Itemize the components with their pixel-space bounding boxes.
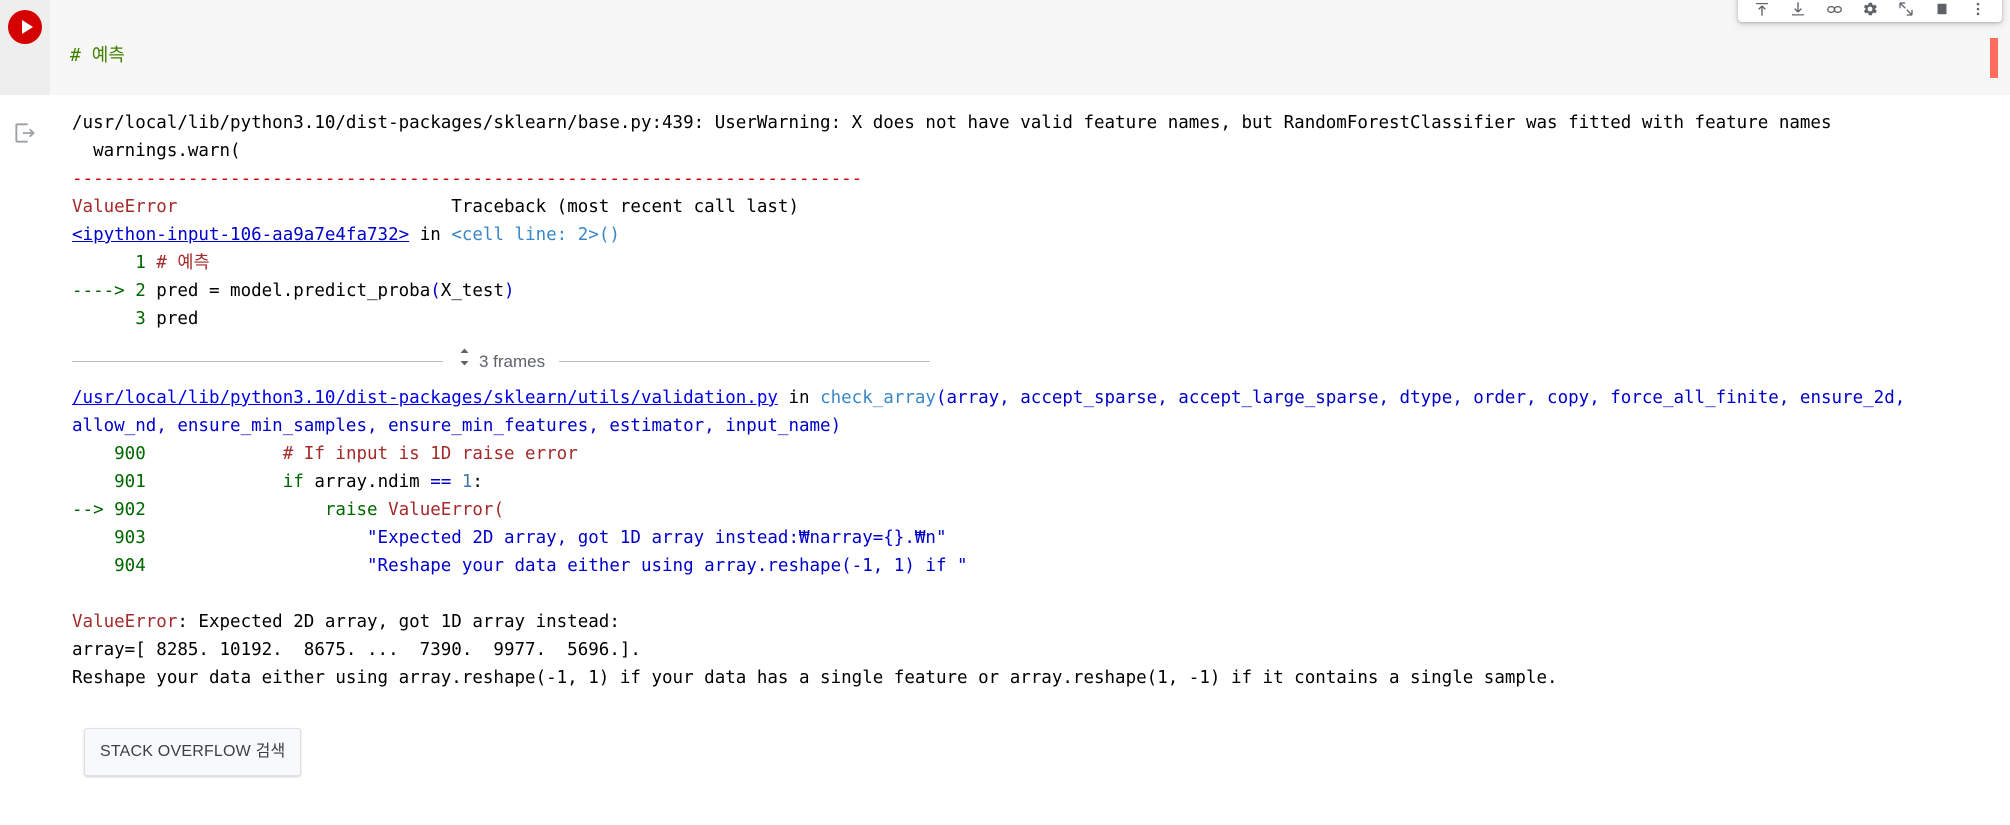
- exception-header-row: ValueError Traceback (most recent call l…: [72, 193, 2010, 221]
- code-cell-input: # 예측 pred = model.predict_proba(X_test) …: [0, 0, 2010, 178]
- frame2-string-904: "Reshape your data either using array.re…: [367, 556, 968, 576]
- frame2-code-line-900: 900 # If input is 1D raise error: [72, 440, 2010, 468]
- frame2-args-line-2: allow_nd, ensure_min_samples, ensure_min…: [72, 412, 2010, 440]
- frame2-arrow-902: --> 902: [72, 500, 157, 520]
- execution-error-marker: [1990, 38, 1998, 78]
- unfold-more-icon: [457, 347, 472, 376]
- frame1-lineno-3: 3: [72, 309, 157, 329]
- traceback-separator: ----------------------------------------…: [72, 169, 863, 189]
- frame2-num-901: 1: [451, 472, 473, 492]
- colab-notebook-cell: # 예측 pred = model.predict_proba(X_test) …: [0, 0, 2010, 825]
- exception-name: ValueError: [72, 197, 178, 217]
- output-stream-icon: [12, 120, 38, 825]
- more-vert-icon[interactable]: [1960, 0, 1996, 20]
- code-editor[interactable]: # 예측 pred = model.predict_proba(X_test) …: [50, 0, 2010, 178]
- frame2-kw-902: raise: [324, 500, 378, 520]
- frame1-file-link[interactable]: <ipython-input-106-aa9a7e4fa732>: [72, 225, 409, 245]
- frame2-indent-901: [156, 472, 282, 492]
- frame2-lineno-903: 903: [72, 528, 157, 548]
- frame1-header: <ipython-input-106-aa9a7e4fa732> in <cel…: [72, 221, 2010, 249]
- frames-toggle-button[interactable]: 3 frames: [443, 347, 559, 376]
- delete-cell-icon[interactable]: [1924, 0, 1960, 20]
- frame2-lineno-900: 900: [72, 444, 157, 464]
- frame2-op-901: ==: [430, 472, 452, 492]
- frame2-indent-904: [156, 556, 367, 576]
- frame1-lineno-2: 2: [135, 281, 157, 301]
- frame1-arg-2: X_test: [440, 281, 504, 301]
- frame1-code-3: pred: [156, 309, 199, 329]
- frames-divider-right: [559, 361, 931, 362]
- frame2-lineno-904: 904: [72, 556, 157, 576]
- output-gutter: [0, 95, 50, 825]
- cell-run-gutter: [0, 0, 50, 95]
- frame2-string-903: "Expected 2D array, got 1D array instead…: [367, 528, 947, 548]
- frame2-lineno-901: 901: [72, 472, 157, 492]
- link-to-cell-icon[interactable]: [1816, 0, 1852, 20]
- warning-line-1: /usr/local/lib/python3.10/dist-packages/…: [72, 113, 1832, 133]
- frame2-args-2: allow_nd, ensure_min_samples, ensure_min…: [72, 416, 842, 436]
- code-cell-output: /usr/local/lib/python3.10/dist-packages/…: [0, 95, 2010, 825]
- code-line-1: # 예측: [70, 42, 2010, 70]
- frames-divider-left: [72, 361, 443, 362]
- gear-icon[interactable]: [1852, 0, 1888, 20]
- cell-toolbar: [1738, 0, 2002, 22]
- frame2-header: /usr/local/lib/python3.10/dist-packages/…: [72, 384, 2010, 412]
- move-cell-down-icon[interactable]: [1780, 0, 1816, 20]
- frame1-arrow-2: ---->: [72, 281, 136, 301]
- traceback-header-pad: [177, 197, 451, 217]
- frame2-comment-900: # If input is 1D raise error: [282, 444, 578, 464]
- frame1-code-line-2: ----> 2 pred = model.predict_proba(X_tes…: [72, 277, 2010, 305]
- frame1-paren-open-2: (: [430, 281, 441, 301]
- frame2-exc-902: ValueError(: [377, 500, 504, 520]
- frames-toggle-row: 3 frames: [72, 347, 2010, 376]
- final-error-line: ValueError: Expected 2D array, got 1D ar…: [72, 608, 2010, 636]
- frame2-code-line-903: 903 "Expected 2D array, got 1D array ins…: [72, 524, 2010, 552]
- final-exception-message: : Expected 2D array, got 1D array instea…: [177, 612, 620, 632]
- frame2-code-line-904: 904 "Reshape your data either using arra…: [72, 552, 2010, 580]
- frame2-indent-903: [156, 528, 367, 548]
- frame2-tail-901: :: [472, 472, 483, 492]
- frame1-in-word: in: [409, 225, 452, 245]
- move-cell-up-icon[interactable]: [1744, 0, 1780, 20]
- frame1-code-line-3: 3 pred: [72, 305, 2010, 333]
- search-stack-overflow-button[interactable]: STACK OVERFLOW 검색: [84, 728, 302, 776]
- frame1-func: <cell line: 2>(): [451, 225, 620, 245]
- frame2-code-line-902: --> 902 raise ValueError(: [72, 496, 2010, 524]
- frames-toggle-label: 3 frames: [478, 351, 546, 371]
- frame2-func: check_array: [820, 388, 936, 408]
- code-comment-hash: #: [70, 45, 92, 66]
- play-icon: [21, 20, 33, 34]
- frame1-code-2: pred = model.predict_proba: [156, 281, 431, 301]
- run-cell-button[interactable]: [8, 10, 42, 44]
- final-error-reshape-line: Reshape your data either using array.res…: [72, 668, 1558, 688]
- output-text: /usr/local/lib/python3.10/dist-packages/…: [50, 95, 2010, 825]
- frame2-file-link[interactable]: /usr/local/lib/python3.10/dist-packages/…: [72, 388, 778, 408]
- frame1-lineno-1: 1: [72, 253, 157, 273]
- frame2-args-1: (array, accept_sparse, accept_large_spar…: [935, 388, 1906, 408]
- traceback-header: Traceback (most recent call last): [451, 197, 799, 217]
- frame1-paren-close-2: ): [504, 281, 515, 301]
- final-error-array-line: array=[ 8285. 10192. 8675. ... 7390. 997…: [72, 640, 641, 660]
- frame2-indent-902: [156, 500, 325, 520]
- open-in-new-tab-icon[interactable]: [1888, 0, 1924, 20]
- frame2-in-word: in: [777, 388, 821, 408]
- final-exception-name: ValueError: [72, 612, 178, 632]
- frame2-kw-901: if: [282, 472, 304, 492]
- code-comment-text: 예측: [91, 45, 125, 66]
- warning-line-2: warnings.warn(: [72, 141, 241, 161]
- frame1-code-comment-1: # 예측: [156, 253, 210, 273]
- search-stack-overflow-wrap: STACK OVERFLOW 검색: [72, 692, 2010, 776]
- frame2-indent-900: [156, 444, 282, 464]
- frame2-rest-901: array.ndim: [303, 472, 431, 492]
- frame1-code-line-1: 1 # 예측: [72, 249, 2010, 277]
- frame2-code-line-901: 901 if array.ndim == 1:: [72, 468, 2010, 496]
